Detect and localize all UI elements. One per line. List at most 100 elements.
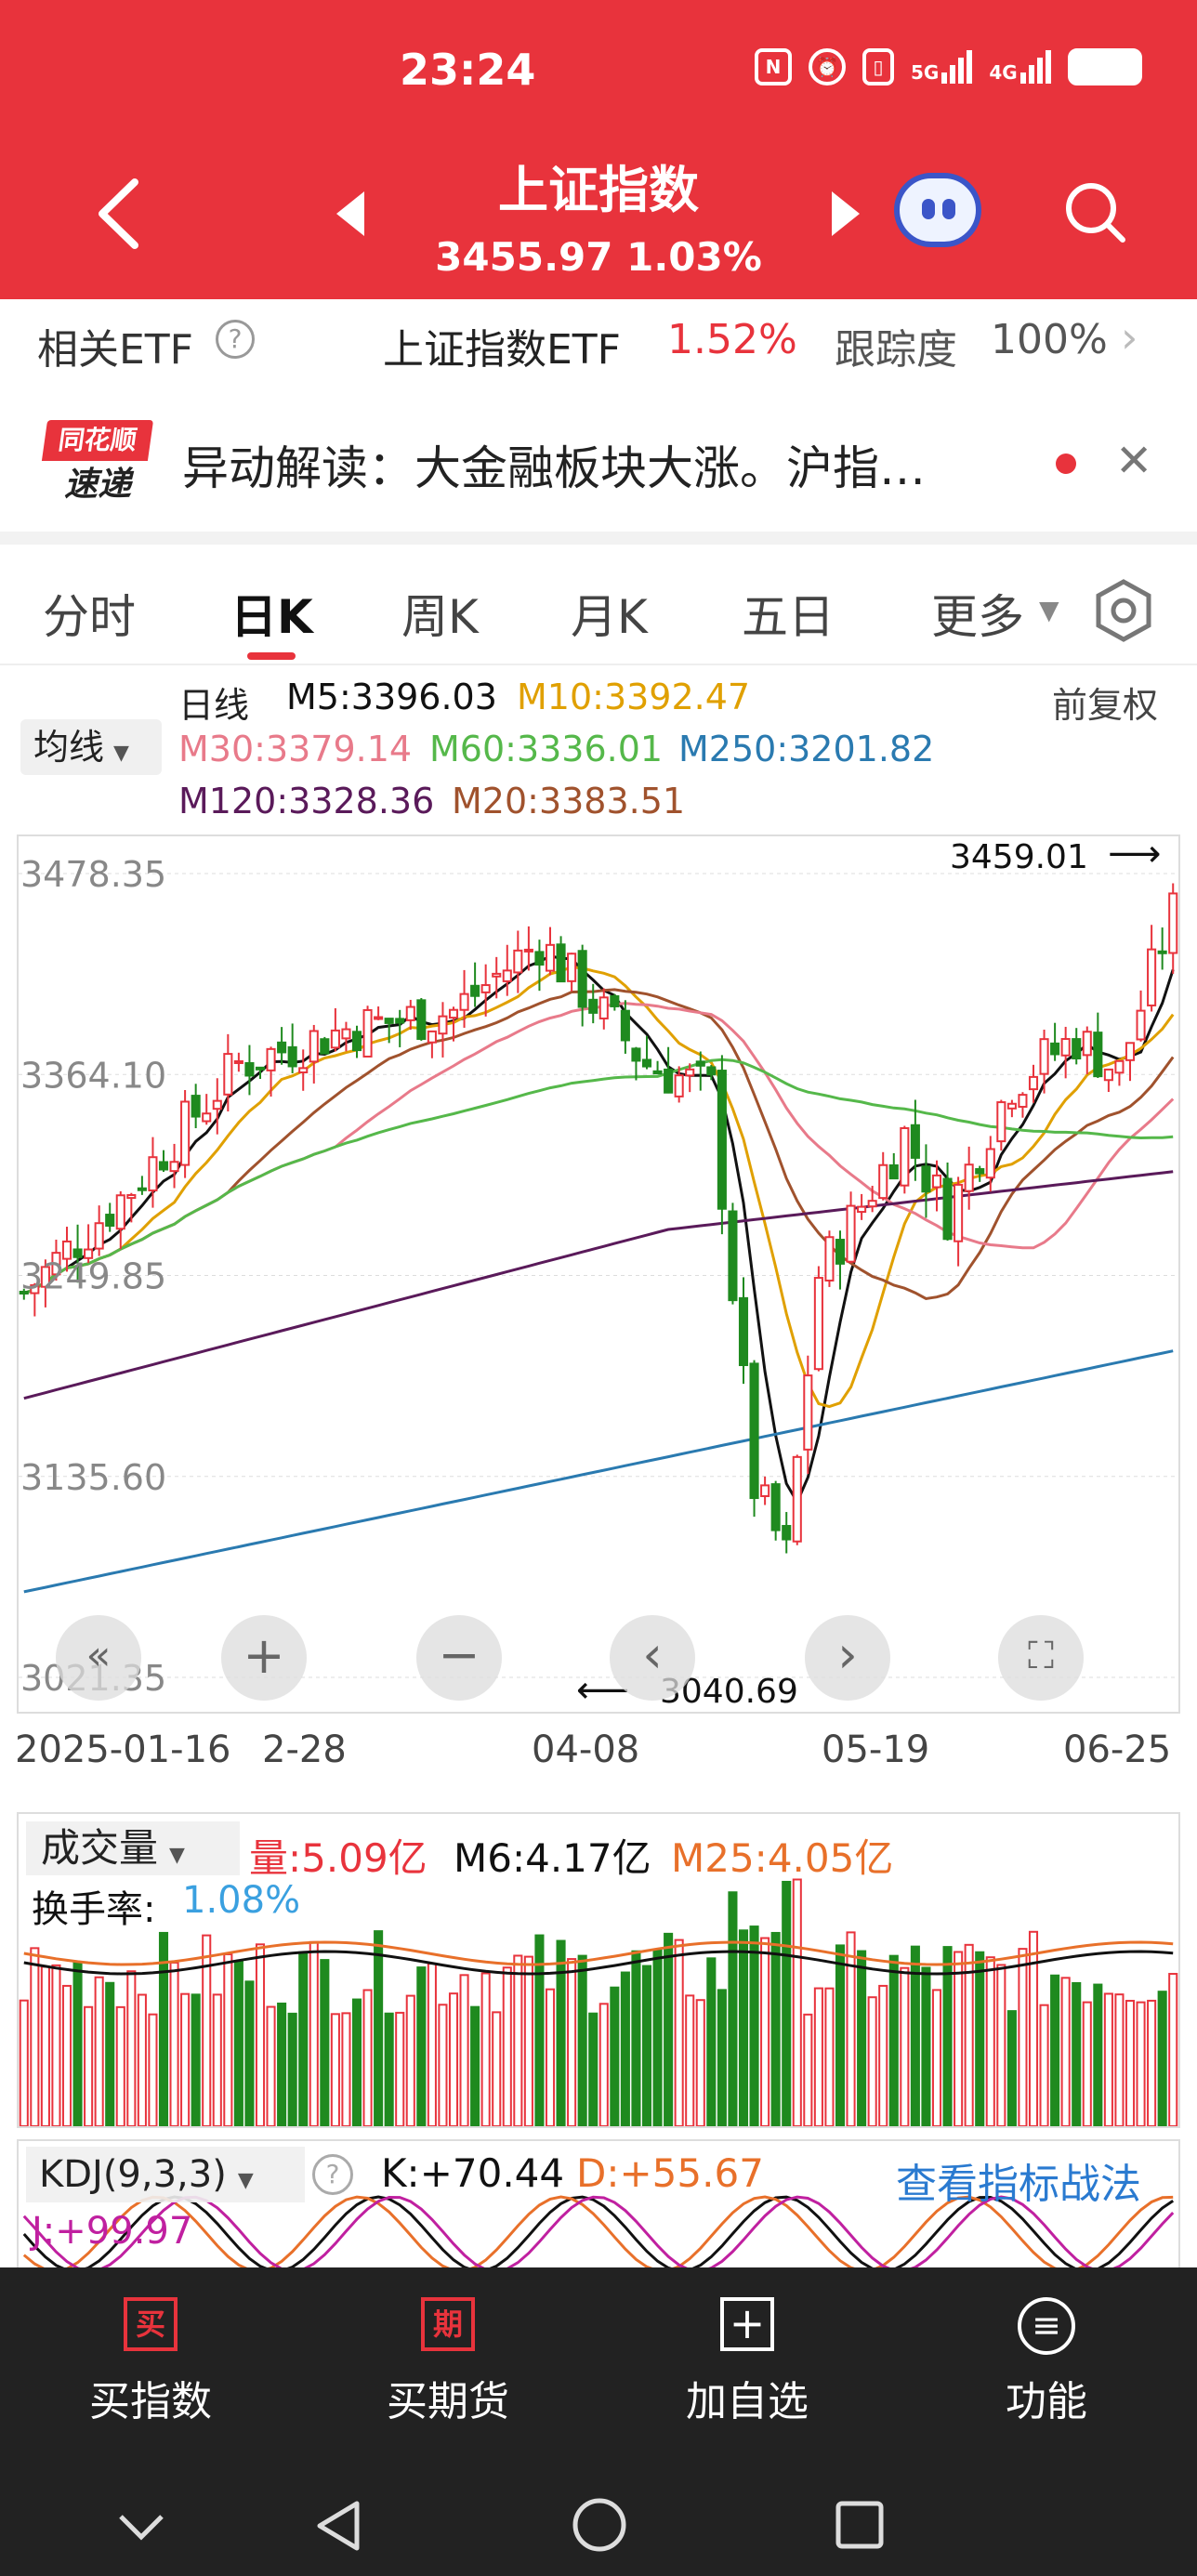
search-icon[interactable] xyxy=(1061,178,1126,243)
tab-more[interactable]: 更多 xyxy=(931,580,1024,647)
volume-bar xyxy=(1050,1974,1060,2126)
candle xyxy=(598,996,609,1019)
volume-bar xyxy=(664,1932,674,2126)
volume-bar xyxy=(362,1989,373,2126)
futures-icon: 期 xyxy=(421,2297,475,2351)
kdj-panel[interactable]: KDJ(9,3,3) ▼ ? K:+70.44 D:+55.67 查看指标战法 J… xyxy=(17,2139,1180,2269)
related-etf-row[interactable]: 相关ETF ? 上证指数ETF 1.52% 跟踪度 100% › xyxy=(0,299,1197,383)
kline-chart[interactable]: 3478.353364.103249.853135.603021.35 3459… xyxy=(17,833,1180,1714)
candle xyxy=(964,1163,974,1192)
ai-assistant-icon[interactable] xyxy=(894,173,981,247)
nav-recent-icon[interactable] xyxy=(835,2500,885,2550)
volume-panel[interactable]: 成交量 ▼ 量:5.09亿 M6:4.17亿 M25:4.05亿 换手率: 1.0… xyxy=(17,1812,1180,2128)
zoom-out-button[interactable]: − xyxy=(416,1615,502,1701)
ma-type-select[interactable]: 均线 ▼ xyxy=(20,719,162,775)
nav-back-icon[interactable] xyxy=(312,2498,364,2554)
caret-down-icon: ▼ xyxy=(237,2169,254,2192)
bottom-action-bar: 买 买指数 期 买期货 + 加自选 ≡ 功能 xyxy=(0,2267,1197,2474)
volume-bar xyxy=(384,2012,394,2126)
volume-bar xyxy=(72,1961,83,2126)
candle xyxy=(706,1066,717,1076)
volume-bar xyxy=(115,2005,125,2126)
candle xyxy=(158,1161,169,1171)
next-button[interactable]: › xyxy=(805,1615,890,1701)
zoom-in-button[interactable]: + xyxy=(221,1615,307,1701)
candle xyxy=(1018,1094,1028,1109)
adjust-mode[interactable]: 前复权 xyxy=(1052,677,1158,728)
ma20-value: M20:3383.51 xyxy=(452,781,686,821)
candle xyxy=(878,1163,888,1200)
candle xyxy=(824,1236,835,1282)
volume-bar xyxy=(900,1966,910,2126)
caret-down-icon: ▼ xyxy=(113,742,129,765)
volume-bar xyxy=(502,1966,512,2126)
prev-button[interactable]: ‹ xyxy=(610,1615,695,1701)
volume-bar xyxy=(470,2005,480,2126)
candle xyxy=(309,1030,319,1063)
news-row[interactable]: 同花顺 速递 异动解读：大金融板块大涨。沪指… ✕ xyxy=(0,383,1197,532)
close-icon[interactable]: ✕ xyxy=(1115,435,1152,487)
volume-bar xyxy=(84,2005,94,2126)
y-tick-label: 3478.35 xyxy=(20,854,166,895)
candle xyxy=(1082,1031,1092,1057)
volume-select[interactable]: 成交量 ▼ xyxy=(26,1821,240,1875)
volume-bar xyxy=(598,2003,609,2126)
help-icon[interactable]: ? xyxy=(216,320,255,359)
buy-index-button[interactable]: 买 买指数 xyxy=(58,2297,243,2427)
candle xyxy=(438,1015,448,1035)
volume-bar xyxy=(233,1960,243,2126)
ma60-value: M60:3336.01 xyxy=(429,729,664,769)
next-stock-icon[interactable] xyxy=(832,191,860,236)
tab-daily-k[interactable]: 日K xyxy=(230,580,313,647)
indicator-select[interactable]: KDJ(9,3,3) ▼ xyxy=(26,2147,305,2202)
candle xyxy=(148,1156,158,1192)
volume-bar xyxy=(888,1954,899,2126)
chevron-down-icon[interactable] xyxy=(115,2507,167,2544)
ma5-value: M5:3396.03 xyxy=(286,677,497,717)
volume-bar xyxy=(298,1951,309,2126)
turnover-value: 1.08% xyxy=(182,1879,301,1922)
date-axis: 2025-01-16 2-28 04-08 05-19 06-25 xyxy=(0,1728,1197,1784)
tab-timeshare[interactable]: 分时 xyxy=(43,580,136,647)
candle xyxy=(395,1018,405,1024)
help-icon[interactable]: ? xyxy=(312,2154,353,2195)
functions-button[interactable]: ≡ 功能 xyxy=(954,2297,1139,2427)
candle xyxy=(567,953,577,982)
add-watchlist-button[interactable]: + 加自选 xyxy=(654,2297,840,2427)
volume-bar xyxy=(706,1957,717,2126)
candle xyxy=(320,1038,330,1055)
tab-monthly-k[interactable]: 月K xyxy=(571,580,648,647)
volume-bar xyxy=(137,1993,147,2126)
candle xyxy=(749,1362,759,1500)
candle xyxy=(1039,1038,1049,1075)
buy-futures-button[interactable]: 期 买期货 xyxy=(355,2297,541,2427)
volume-bar xyxy=(985,1956,995,2126)
volume-bar xyxy=(212,1993,222,2126)
volume-bar xyxy=(685,1994,695,2126)
candle xyxy=(502,969,512,982)
fullscreen-button[interactable]: ⛶ xyxy=(998,1615,1084,1701)
candle xyxy=(212,1099,222,1111)
alarm-icon: ⏰ xyxy=(809,48,846,85)
settings-icon[interactable] xyxy=(1091,578,1156,643)
unread-dot xyxy=(1056,453,1076,474)
tab-weekly-k[interactable]: 周K xyxy=(401,580,479,647)
volume-bar xyxy=(545,1988,556,2126)
candle xyxy=(1093,1032,1103,1078)
strategy-link[interactable]: 查看指标战法 xyxy=(896,2150,1141,2210)
candle xyxy=(1114,1059,1125,1074)
candle xyxy=(94,1222,104,1250)
candle xyxy=(244,1062,255,1077)
volume-bar xyxy=(1006,2010,1017,2126)
candle xyxy=(459,992,469,1011)
candle xyxy=(921,1165,931,1193)
tab-five-day[interactable]: 五日 xyxy=(742,580,835,647)
caret-down-icon: ▼ xyxy=(1039,595,1059,625)
volume-bar xyxy=(728,1891,738,2126)
fast-back-button[interactable]: « xyxy=(56,1615,141,1701)
ma250-line xyxy=(23,1349,1174,1594)
volume-bar xyxy=(588,2012,598,2126)
add-watch-label: 加自选 xyxy=(686,2378,809,2425)
candle xyxy=(523,948,533,953)
nav-home-icon[interactable] xyxy=(571,2496,628,2554)
